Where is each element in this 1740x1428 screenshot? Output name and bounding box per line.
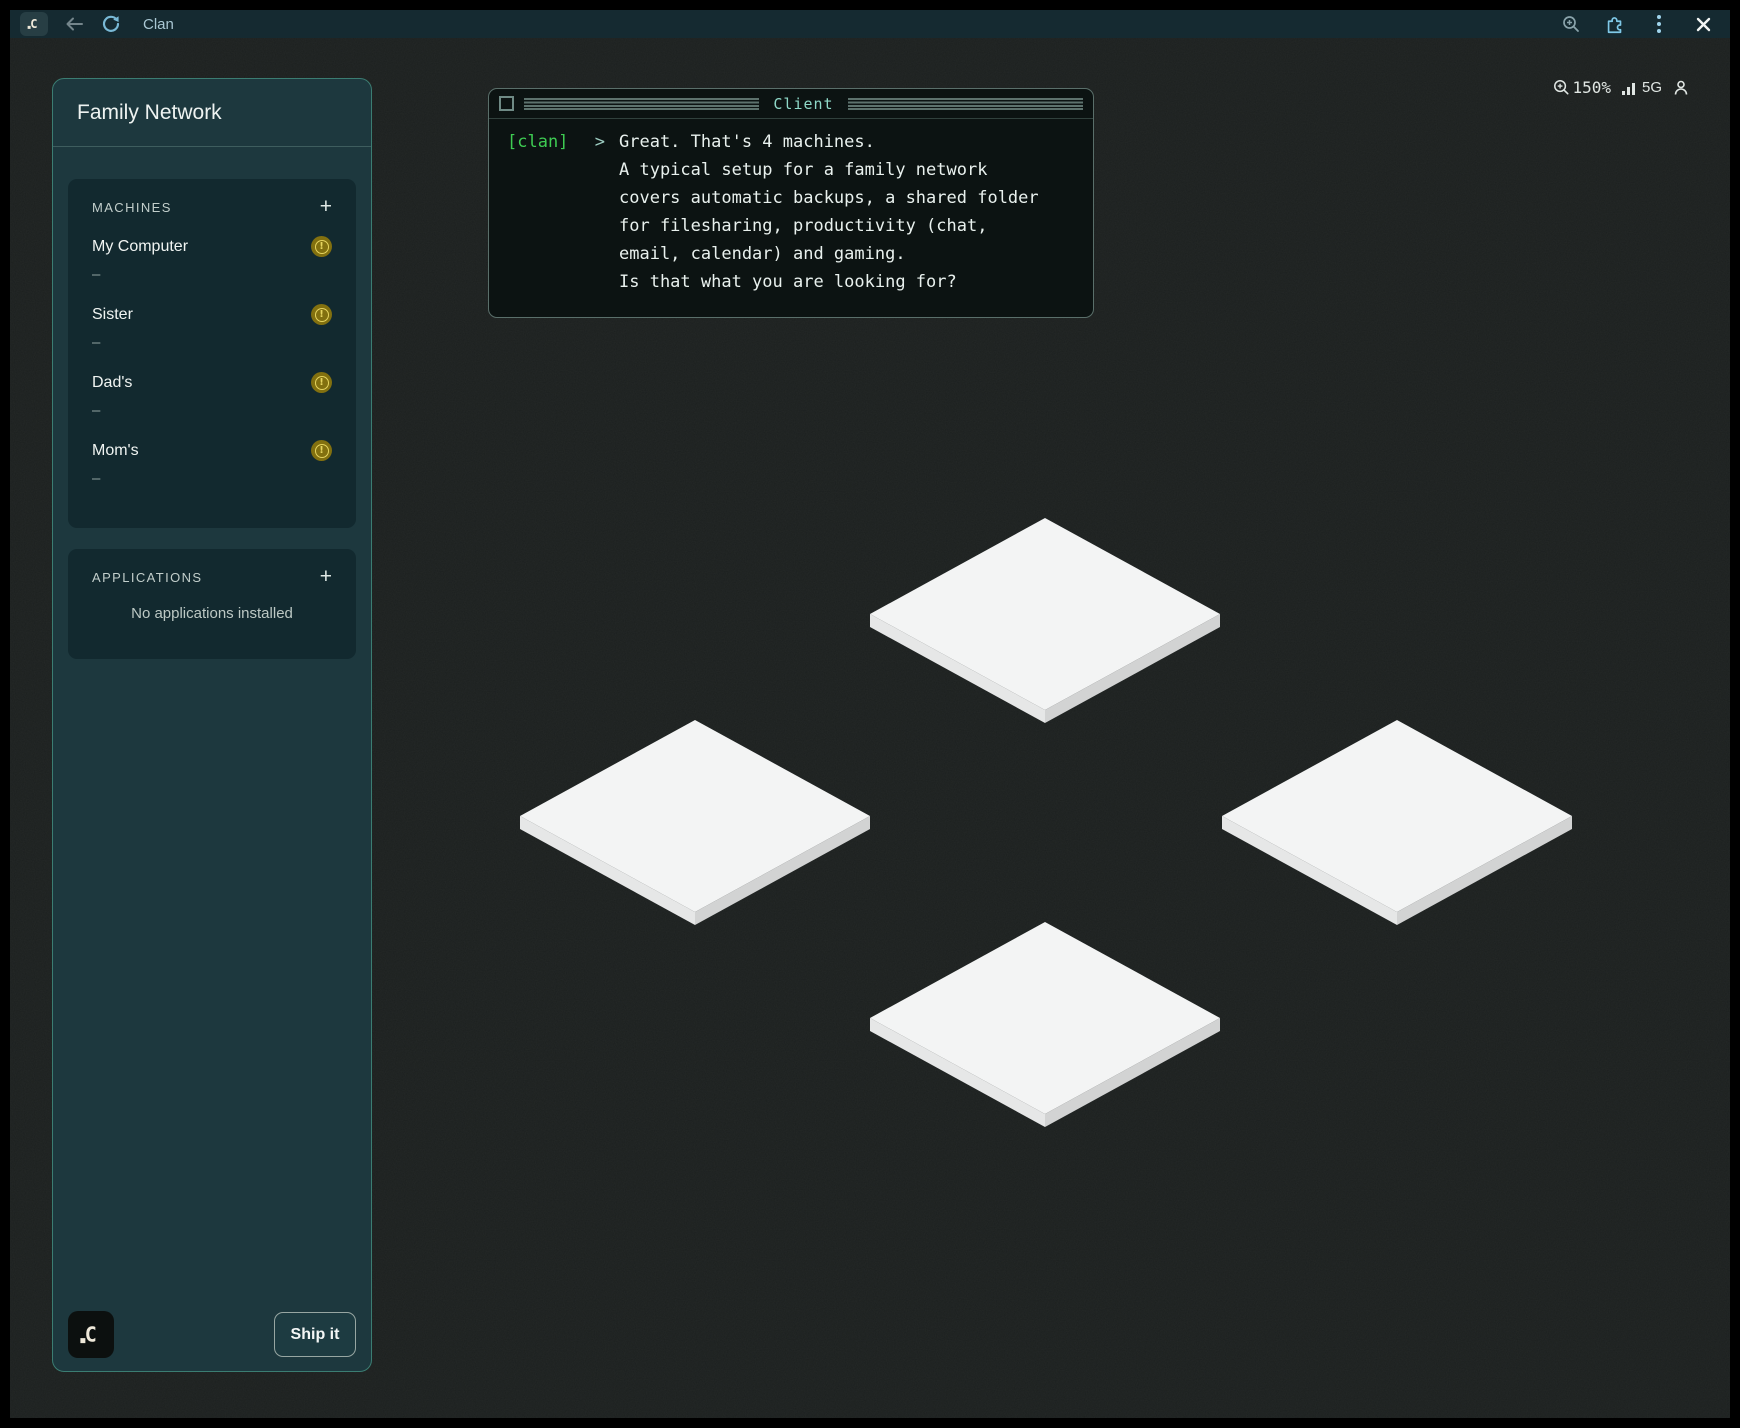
ship-it-button[interactable]: Ship it	[274, 1312, 356, 1357]
machine-tile-bottom[interactable]	[870, 922, 1220, 1127]
machine-name: Mom's	[92, 442, 139, 460]
back-button[interactable]	[63, 13, 85, 35]
close-icon	[1696, 17, 1711, 32]
machine-list-item[interactable]: Sister ! –	[68, 304, 356, 351]
sidebar-title: Family Network	[77, 101, 222, 125]
prompt-char: >	[595, 128, 605, 296]
machine-detail: –	[92, 266, 332, 283]
network-status: 5G	[1621, 79, 1662, 96]
clan-logo: C	[68, 1311, 114, 1358]
svg-text:C: C	[30, 17, 37, 31]
puzzle-icon	[1604, 13, 1626, 35]
window-box-icon[interactable]	[499, 96, 514, 111]
refresh-icon	[102, 15, 120, 33]
applications-header: APPLICATIONS	[92, 570, 202, 585]
user-icon[interactable]	[1672, 79, 1690, 97]
clan-logo-icon: C	[76, 1320, 106, 1350]
terminal-line: A typical setup for a family network	[619, 156, 1075, 184]
clan-app-logo-icon: C	[20, 12, 48, 36]
machine-name: My Computer	[92, 238, 188, 256]
client-terminal-window: Client [clan] > Great. That's 4 machines…	[488, 88, 1094, 318]
terminal-line: covers automatic backups, a shared folde…	[619, 184, 1075, 212]
extensions-button[interactable]	[1604, 13, 1626, 35]
kebab-menu-icon	[1656, 14, 1662, 34]
machine-tile-top[interactable]	[870, 518, 1220, 723]
add-machine-button[interactable]: +	[320, 199, 332, 215]
network-label: 5G	[1642, 79, 1662, 96]
applications-empty-text: No applications installed	[68, 605, 356, 622]
terminal-line: for filesharing, productivity (chat,	[619, 212, 1075, 240]
browser-titlebar: C Clan	[10, 10, 1730, 38]
add-application-button[interactable]: +	[320, 569, 332, 585]
machine-name: Dad's	[92, 374, 132, 392]
terminal-titlebar[interactable]: Client	[489, 89, 1093, 119]
machine-list-item[interactable]: My Computer ! –	[68, 236, 356, 283]
machine-name: Sister	[92, 306, 133, 324]
applications-panel: APPLICATIONS + No applications installed	[68, 549, 356, 659]
back-arrow-icon	[65, 16, 84, 32]
machine-tile-left[interactable]	[520, 720, 870, 925]
machine-detail: –	[92, 470, 332, 487]
warning-status-icon: !	[311, 236, 332, 257]
machine-detail: –	[92, 402, 332, 419]
sidebar-header: Family Network	[53, 79, 371, 147]
zoom-value: 150%	[1572, 78, 1611, 97]
menu-button[interactable]	[1648, 13, 1670, 35]
machine-list-item[interactable]: Dad's ! –	[68, 372, 356, 419]
page-title: Clan	[143, 16, 174, 33]
prompt-name: [clan]	[507, 128, 568, 296]
terminal-output: [clan] > Great. That's 4 machines. A typ…	[489, 119, 1093, 305]
terminal-line: Is that what you are looking for?	[619, 268, 1075, 296]
titlebar-stripes-left	[524, 98, 759, 110]
machine-list-item[interactable]: Mom's ! –	[68, 440, 356, 487]
warning-status-icon: !	[311, 372, 332, 393]
warning-status-icon: !	[311, 440, 332, 461]
warning-status-icon: !	[311, 304, 332, 325]
svg-text:C: C	[85, 1322, 97, 1346]
canvas-statusbar: 150% 5G	[1553, 78, 1690, 97]
refresh-button[interactable]	[100, 13, 122, 35]
terminal-line: email, calendar) and gaming.	[619, 240, 1075, 268]
machine-tile-right[interactable]	[1222, 720, 1572, 925]
signal-bars-icon	[1621, 80, 1637, 96]
terminal-prompt: [clan] >	[507, 128, 619, 296]
family-network-sidebar: Family Network MACHINES + My Computer ! …	[52, 78, 372, 1372]
machines-panel: MACHINES + My Computer ! – Sister ! – Da…	[68, 179, 356, 528]
close-button[interactable]	[1692, 13, 1714, 35]
magnifier-zoom-icon	[1553, 79, 1570, 96]
zoom-search-icon	[1562, 15, 1580, 33]
zoom-button[interactable]	[1560, 13, 1582, 35]
machine-detail: –	[92, 334, 332, 351]
titlebar-stripes-right	[848, 98, 1083, 110]
zoom-level[interactable]: 150%	[1553, 78, 1611, 97]
sidebar-footer: C Ship it	[68, 1311, 356, 1358]
terminal-line: Great. That's 4 machines.	[619, 128, 1075, 156]
terminal-title: Client	[769, 95, 837, 113]
machines-header: MACHINES	[92, 200, 172, 215]
